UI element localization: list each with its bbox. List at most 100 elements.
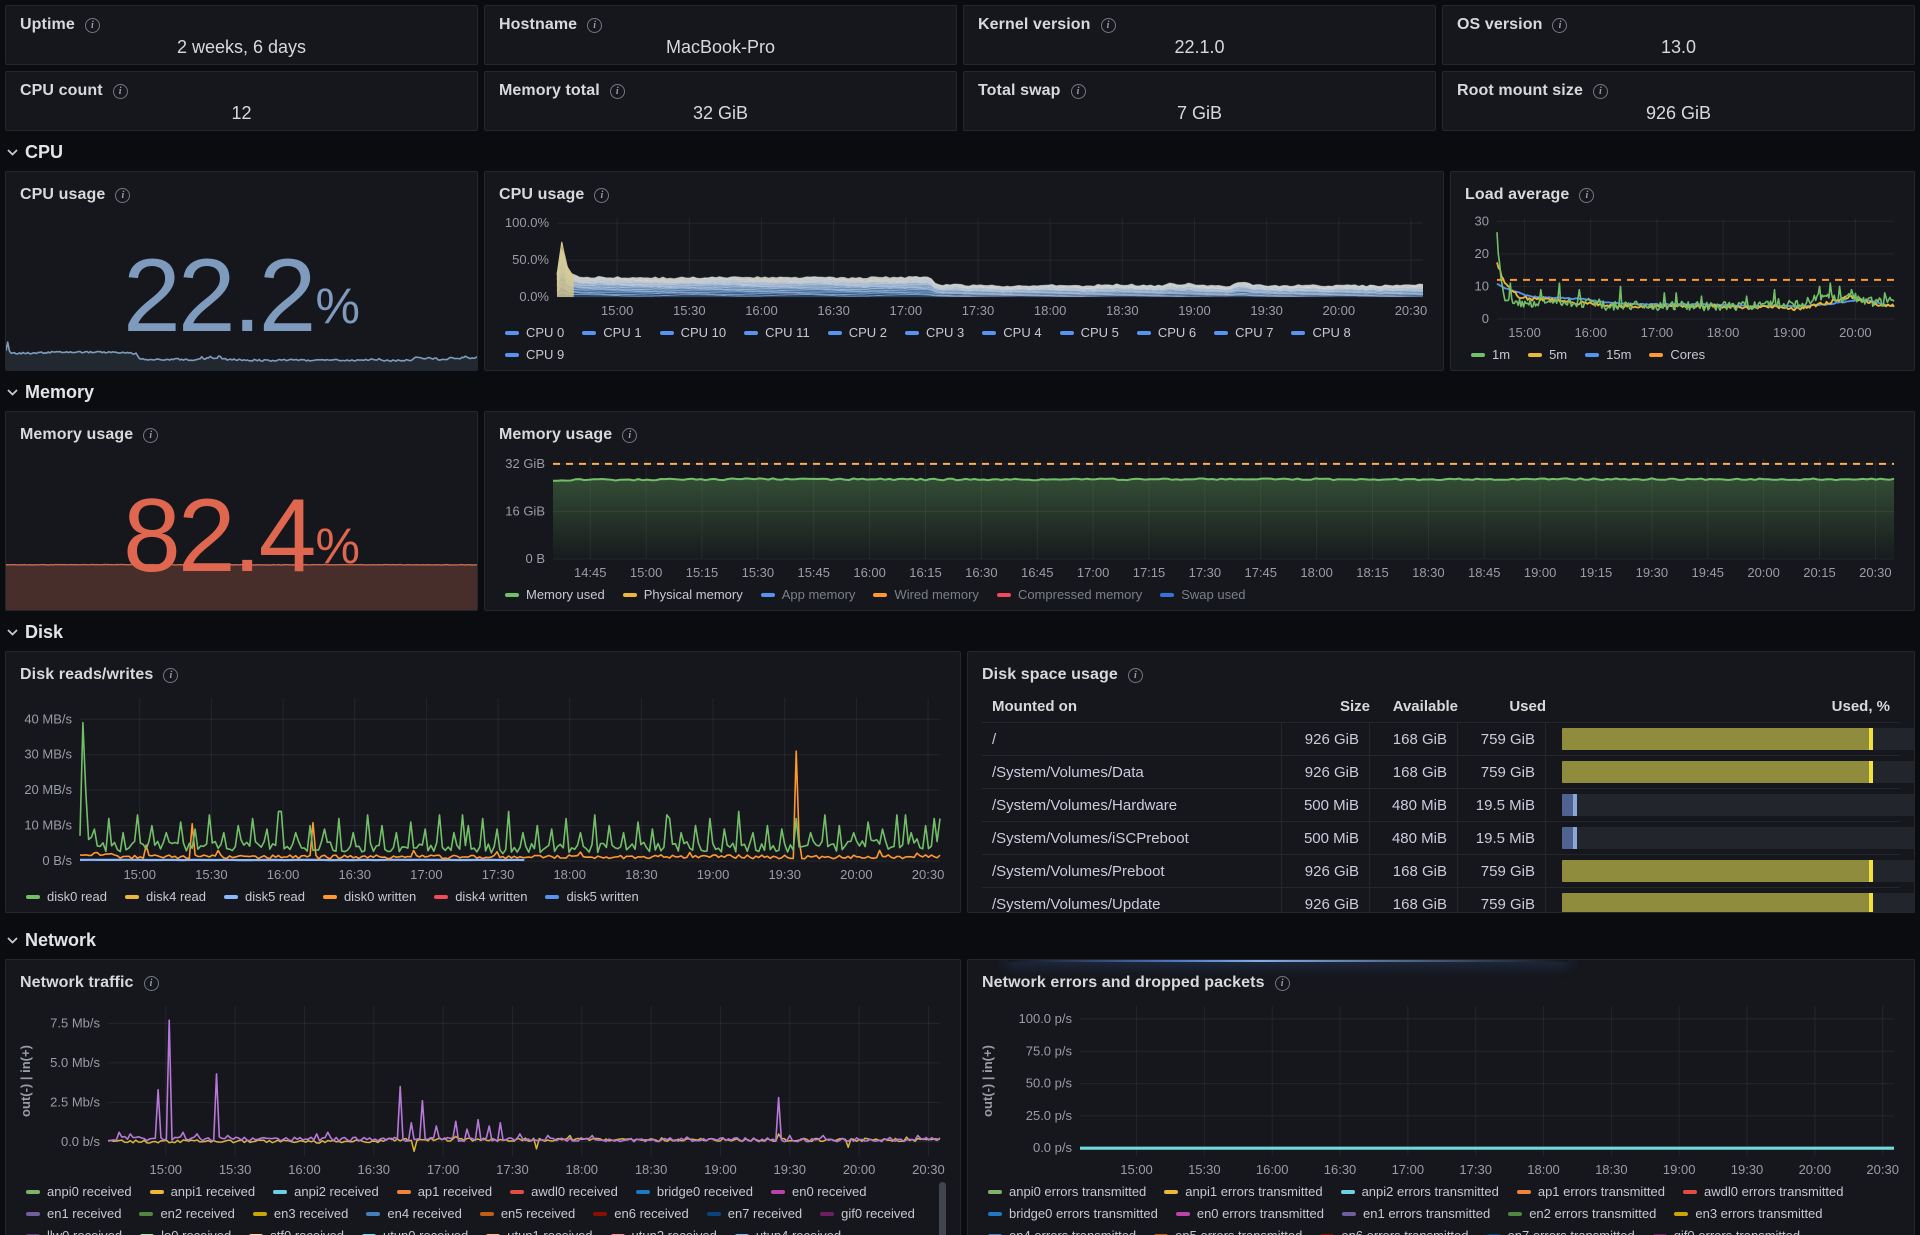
- legend-item[interactable]: anpi2 received: [273, 1184, 379, 1199]
- legend-item[interactable]: anpi1 errors transmitted: [1164, 1184, 1322, 1199]
- legend-item[interactable]: en2 received: [139, 1206, 234, 1221]
- panel-title[interactable]: Total swap: [978, 82, 1061, 100]
- legend-item[interactable]: bridge0 received: [636, 1184, 753, 1199]
- legend-item[interactable]: en3 received: [253, 1206, 348, 1221]
- legend-item[interactable]: anpi1 received: [150, 1184, 256, 1199]
- legend-item[interactable]: Compressed memory: [997, 587, 1142, 602]
- info-icon[interactable]: i: [610, 84, 625, 99]
- legend-item[interactable]: 1m: [1471, 347, 1510, 362]
- legend-item[interactable]: gif0 errors transmitted: [1653, 1228, 1800, 1235]
- panel-title[interactable]: Network errors and dropped packets: [982, 974, 1265, 992]
- legend-item[interactable]: ap1 errors transmitted: [1517, 1184, 1665, 1199]
- info-icon[interactable]: i: [1552, 18, 1567, 33]
- legend-item[interactable]: awdl0 received: [510, 1184, 618, 1199]
- legend-item[interactable]: CPU 0: [505, 325, 564, 340]
- panel-title[interactable]: Memory usage: [20, 426, 133, 444]
- legend-item[interactable]: llw0 received: [26, 1228, 122, 1235]
- table-row[interactable]: /System/Volumes/Update926 GiB168 GiB759 …: [982, 887, 1900, 913]
- legend-item[interactable]: CPU 10: [660, 325, 727, 340]
- info-icon[interactable]: i: [1128, 668, 1143, 683]
- panel-title[interactable]: Disk space usage: [982, 666, 1118, 684]
- network-traffic-plot[interactable]: 0.0 b/s2.5 Mb/s5.0 Mb/s7.5 Mb/s15:0015:3…: [16, 998, 950, 1180]
- disk-reads-writes-plot[interactable]: 0 B/s10 MB/s20 MB/s30 MB/s40 MB/s15:0015…: [16, 690, 950, 885]
- legend-item[interactable]: en4 errors transmitted: [988, 1228, 1136, 1235]
- legend-item[interactable]: en5 received: [480, 1206, 575, 1221]
- legend-item[interactable]: awdl0 errors transmitted: [1683, 1184, 1843, 1199]
- panel-title[interactable]: CPU usage: [499, 186, 584, 204]
- panel-title[interactable]: Root mount size: [1457, 82, 1583, 100]
- legend-item[interactable]: en6 received: [593, 1206, 688, 1221]
- panel-title[interactable]: Disk reads/writes: [20, 666, 153, 684]
- legend-item[interactable]: disk0 written: [323, 889, 416, 904]
- legend-item[interactable]: Cores: [1649, 347, 1705, 362]
- cpu-usage-chart-plot[interactable]: 0.0%50.0%100.0%15:0015:3016:0016:3017:00…: [495, 210, 1433, 321]
- legend-item[interactable]: CPU 6: [1137, 325, 1196, 340]
- info-icon[interactable]: i: [85, 18, 100, 33]
- panel-title[interactable]: Uptime: [20, 16, 75, 34]
- legend-item[interactable]: CPU 4: [982, 325, 1041, 340]
- legend-item[interactable]: en7 received: [707, 1206, 802, 1221]
- panel-title[interactable]: Load average: [1465, 186, 1569, 204]
- legend-item[interactable]: disk4 written: [434, 889, 527, 904]
- legend-item[interactable]: en1 errors transmitted: [1342, 1206, 1490, 1221]
- legend-item[interactable]: CPU 3: [905, 325, 964, 340]
- legend-item[interactable]: en2 errors transmitted: [1508, 1206, 1656, 1221]
- panel-title[interactable]: Hostname: [499, 16, 577, 34]
- legend-item[interactable]: ap1 received: [397, 1184, 492, 1199]
- legend-item[interactable]: lo0 received: [140, 1228, 231, 1235]
- table-row[interactable]: /System/Volumes/Preboot926 GiB168 GiB759…: [982, 854, 1900, 887]
- legend-item[interactable]: 15m: [1585, 347, 1631, 362]
- legend-item[interactable]: bridge0 errors transmitted: [988, 1206, 1158, 1221]
- legend-item[interactable]: CPU 2: [828, 325, 887, 340]
- panel-title[interactable]: Memory usage: [499, 426, 612, 444]
- legend-item[interactable]: disk5 written: [545, 889, 638, 904]
- legend-item[interactable]: utun0 received: [362, 1228, 468, 1235]
- info-icon[interactable]: i: [113, 84, 128, 99]
- legend-item[interactable]: en0 received: [771, 1184, 866, 1199]
- info-icon[interactable]: i: [115, 188, 130, 203]
- legend-item[interactable]: CPU 1: [582, 325, 641, 340]
- info-icon[interactable]: i: [143, 428, 158, 443]
- panel-title[interactable]: Kernel version: [978, 16, 1091, 34]
- legend-item[interactable]: gif0 received: [820, 1206, 915, 1221]
- legend-item[interactable]: en7 errors transmitted: [1487, 1228, 1635, 1235]
- legend-item[interactable]: en1 received: [26, 1206, 121, 1221]
- panel-title[interactable]: Network traffic: [20, 974, 134, 992]
- legend-item[interactable]: CPU 9: [505, 347, 564, 362]
- panel-title[interactable]: CPU usage: [20, 186, 105, 204]
- legend-item[interactable]: en5 errors transmitted: [1154, 1228, 1302, 1235]
- info-icon[interactable]: i: [1071, 84, 1086, 99]
- column-header-used[interactable]: Used: [1458, 698, 1546, 715]
- info-icon[interactable]: i: [1579, 188, 1594, 203]
- column-header-size[interactable]: Size: [1282, 698, 1370, 715]
- legend-item[interactable]: Wired memory: [873, 587, 979, 602]
- legend-item[interactable]: en3 errors transmitted: [1674, 1206, 1822, 1221]
- legend-item[interactable]: Physical memory: [623, 587, 743, 602]
- info-icon[interactable]: i: [1275, 976, 1290, 991]
- table-row[interactable]: /926 GiB168 GiB759 GiB81.9%: [982, 722, 1900, 755]
- legend-item[interactable]: disk5 read: [224, 889, 305, 904]
- panel-title[interactable]: CPU count: [20, 82, 103, 100]
- legend-item[interactable]: utun4 received: [735, 1228, 841, 1235]
- memory-usage-chart-plot[interactable]: 0 B16 GiB32 GiB14:4515:0015:1515:3015:45…: [495, 450, 1904, 583]
- panel-title[interactable]: OS version: [1457, 16, 1542, 34]
- info-icon[interactable]: i: [594, 188, 609, 203]
- legend-item[interactable]: en0 errors transmitted: [1176, 1206, 1324, 1221]
- section-header-disk[interactable]: Disk: [7, 619, 1915, 645]
- column-header-available[interactable]: Available: [1370, 698, 1458, 715]
- legend-item[interactable]: CPU 7: [1214, 325, 1273, 340]
- info-icon[interactable]: i: [1101, 18, 1116, 33]
- info-icon[interactable]: i: [163, 668, 178, 683]
- info-icon[interactable]: i: [144, 976, 159, 991]
- section-header-cpu[interactable]: CPU: [7, 139, 1915, 165]
- section-header-network[interactable]: Network: [7, 927, 1915, 953]
- column-header-used-pct[interactable]: Used, %: [1826, 698, 1900, 715]
- legend-item[interactable]: anpi0 received: [26, 1184, 132, 1199]
- legend-item[interactable]: App memory: [761, 587, 856, 602]
- load-average-plot[interactable]: 010203015:0016:0017:0018:0019:0020:00: [1461, 210, 1904, 343]
- legend-item[interactable]: CPU 5: [1060, 325, 1119, 340]
- legend-item[interactable]: Swap used: [1160, 587, 1245, 602]
- info-icon[interactable]: i: [622, 428, 637, 443]
- legend-item[interactable]: Memory used: [505, 587, 605, 602]
- legend-item[interactable]: 5m: [1528, 347, 1567, 362]
